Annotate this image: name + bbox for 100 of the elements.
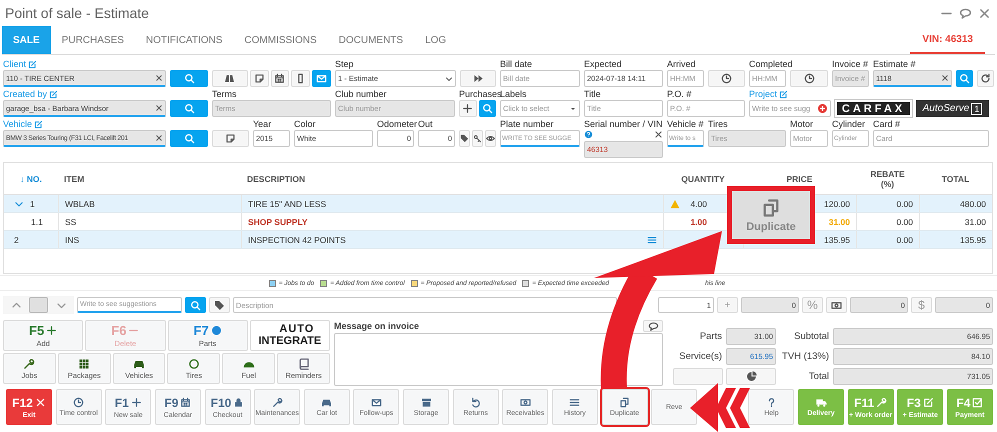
plus-icon — [462, 103, 474, 114]
table-cell: 0.00 — [896, 234, 913, 244]
edit-icon — [779, 90, 788, 98]
envelope-icon — [370, 397, 382, 408]
close-icon — [34, 397, 46, 408]
field-label: Card # — [873, 119, 900, 129]
eye-button[interactable] — [485, 130, 496, 147]
vin-tab[interactable]: VIN: 46313 — [910, 26, 985, 54]
field-label: Plate number — [500, 119, 554, 129]
comment-button[interactable] — [643, 320, 663, 332]
tab[interactable]: COMMISSIONS — [233, 26, 328, 54]
partner-logo-button[interactable]: AutoServe 1 — [916, 100, 989, 117]
field-label: Completed — [749, 59, 793, 69]
edit-icon — [49, 90, 58, 98]
table-cell: WBLAB — [65, 198, 95, 208]
table-cell: INS — [65, 234, 80, 244]
field-label: Arrived — [667, 59, 696, 69]
note-icon — [254, 73, 265, 84]
table-cell: TIRE 15" AND LESS — [248, 198, 326, 208]
tag-button[interactable] — [459, 130, 470, 147]
table-row[interactable]: 1 WBLAB TIRE 15" AND LESS 4.00 120.00 0.00 480.00 — [4, 195, 992, 213]
clock-button[interactable] — [708, 70, 745, 87]
search-button[interactable] — [170, 100, 208, 117]
client-link[interactable]: Client — [3, 59, 38, 69]
table-cell: 1.00 — [690, 216, 707, 226]
table-cell: SS — [65, 216, 76, 226]
chart-button[interactable] — [726, 368, 776, 385]
report-logo-button[interactable]: CARFAX — [835, 100, 912, 117]
table-row[interactable]: 2 INS INSPECTION 42 POINTS 135.95 0.00 135.95 — [4, 231, 992, 249]
project-link[interactable]: Project — [749, 89, 788, 99]
clock-button[interactable] — [790, 70, 828, 87]
clear-icon — [155, 134, 163, 142]
car-icon — [321, 397, 332, 408]
key-button[interactable] — [472, 130, 483, 147]
column-header: PRICE — [786, 174, 814, 184]
field-label: Message on invoice — [334, 321, 420, 331]
table-cell: 0.00 — [896, 198, 913, 208]
field-label: Color — [294, 119, 316, 129]
table-cell: 135.95 — [824, 234, 850, 244]
column-header: ITEM — [63, 174, 86, 184]
message-field[interactable] — [334, 333, 663, 386]
table-cell: 120.00 — [824, 198, 850, 208]
field-label: Club number — [335, 89, 387, 99]
field-label: Purchases — [459, 89, 502, 99]
note-button[interactable] — [250, 70, 268, 87]
lock-icon — [233, 397, 244, 408]
chat-icon — [959, 6, 972, 20]
phone-button[interactable] — [291, 70, 310, 87]
wrench-icon — [23, 358, 36, 370]
field-label: P.O. # — [667, 89, 692, 99]
calendar-icon — [274, 73, 286, 84]
table-cell: SHOP SUPPLY — [248, 216, 308, 226]
key-icon — [473, 134, 482, 143]
line-toggle[interactable] — [29, 297, 48, 313]
search-icon — [190, 300, 201, 310]
clear-icon — [654, 130, 663, 139]
field-label: Serial number / VIN — [584, 119, 663, 129]
copy-icon — [761, 198, 781, 218]
calendar-icon — [180, 397, 192, 408]
table-cell: 31.00 — [828, 216, 850, 226]
add-button[interactable] — [459, 100, 476, 117]
calendar-button[interactable] — [270, 70, 290, 87]
tab[interactable]: DOCUMENTS — [328, 26, 414, 54]
field-label: Odometer — [377, 119, 418, 129]
field-label: Step — [335, 59, 354, 69]
field-label: Cylinder — [832, 119, 866, 129]
clear-icon — [941, 74, 949, 82]
column-header: REBATE (%) — [869, 168, 906, 188]
field-label: Estimate # — [873, 59, 916, 69]
chevron-arrow — [690, 383, 750, 432]
tab[interactable]: PURCHASES — [50, 26, 135, 54]
wrench-icon — [272, 397, 283, 408]
note-icon — [225, 133, 236, 144]
refresh-button[interactable] — [977, 70, 994, 87]
tag-button[interactable] — [208, 297, 230, 313]
book-icon — [298, 358, 310, 370]
column-header: TOTAL — [940, 174, 970, 184]
table-cell: INSPECTION 42 POINTS — [248, 234, 346, 244]
refresh-icon — [980, 73, 991, 84]
vehicle-link[interactable]: Vehicle — [3, 119, 44, 129]
note-button[interactable] — [212, 130, 249, 147]
pie-chart-icon — [746, 371, 756, 382]
cash-button[interactable] — [826, 297, 847, 313]
table-cell: 31.00 — [964, 216, 986, 226]
wrench-icon — [876, 397, 888, 408]
tab[interactable]: NOTIFICATIONS — [134, 26, 234, 54]
column-header: ↓ NO. — [19, 174, 43, 184]
column-header: DESCRIPTION — [246, 174, 306, 184]
table-cell: 4.00 — [690, 198, 707, 208]
search-icon — [959, 73, 970, 84]
binoculars-button[interactable] — [212, 70, 248, 87]
edit-icon — [922, 397, 934, 408]
total-label: Service(s) — [679, 351, 722, 362]
partner-logo: AUTO INTEGRATE — [250, 320, 330, 351]
field-label: Out — [418, 119, 433, 129]
grid-icon — [78, 358, 90, 370]
next-step-button[interactable] — [460, 70, 496, 87]
tab[interactable]: LOG — [414, 26, 458, 54]
field-label: Title — [584, 89, 601, 99]
created-by-link[interactable]: Created by — [3, 89, 58, 99]
